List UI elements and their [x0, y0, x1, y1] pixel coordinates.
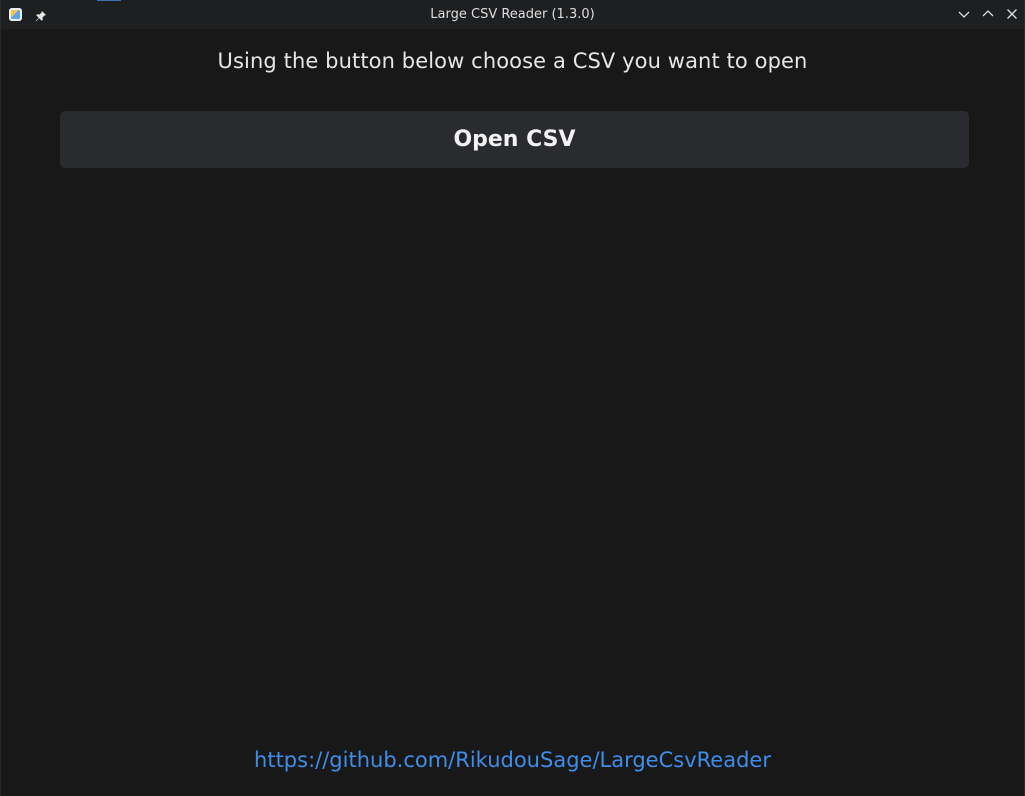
- titlebar-accent: [97, 0, 121, 1]
- app-icon[interactable]: [9, 8, 22, 21]
- title-bar[interactable]: Large CSV Reader (1.3.0): [1, 0, 1024, 29]
- chevron-up-icon: [982, 10, 994, 17]
- open-csv-button[interactable]: Open CSV: [60, 111, 969, 168]
- minimize-button[interactable]: [956, 6, 972, 22]
- close-icon: [1007, 9, 1017, 19]
- pin-icon[interactable]: [34, 8, 47, 22]
- close-button[interactable]: [1004, 6, 1020, 22]
- maximize-button[interactable]: [980, 6, 996, 22]
- instruction-text: Using the button below choose a CSV you …: [217, 49, 808, 73]
- github-repo-link[interactable]: https://github.com/RikudouSage/LargeCsvR…: [254, 748, 771, 772]
- window-title: Large CSV Reader (1.3.0): [430, 7, 595, 22]
- app-window: Large CSV Reader (1.3.0) Using the butto…: [0, 0, 1025, 796]
- footer: https://github.com/RikudouSage/LargeCsvR…: [1, 748, 1024, 772]
- chevron-down-icon: [958, 11, 970, 18]
